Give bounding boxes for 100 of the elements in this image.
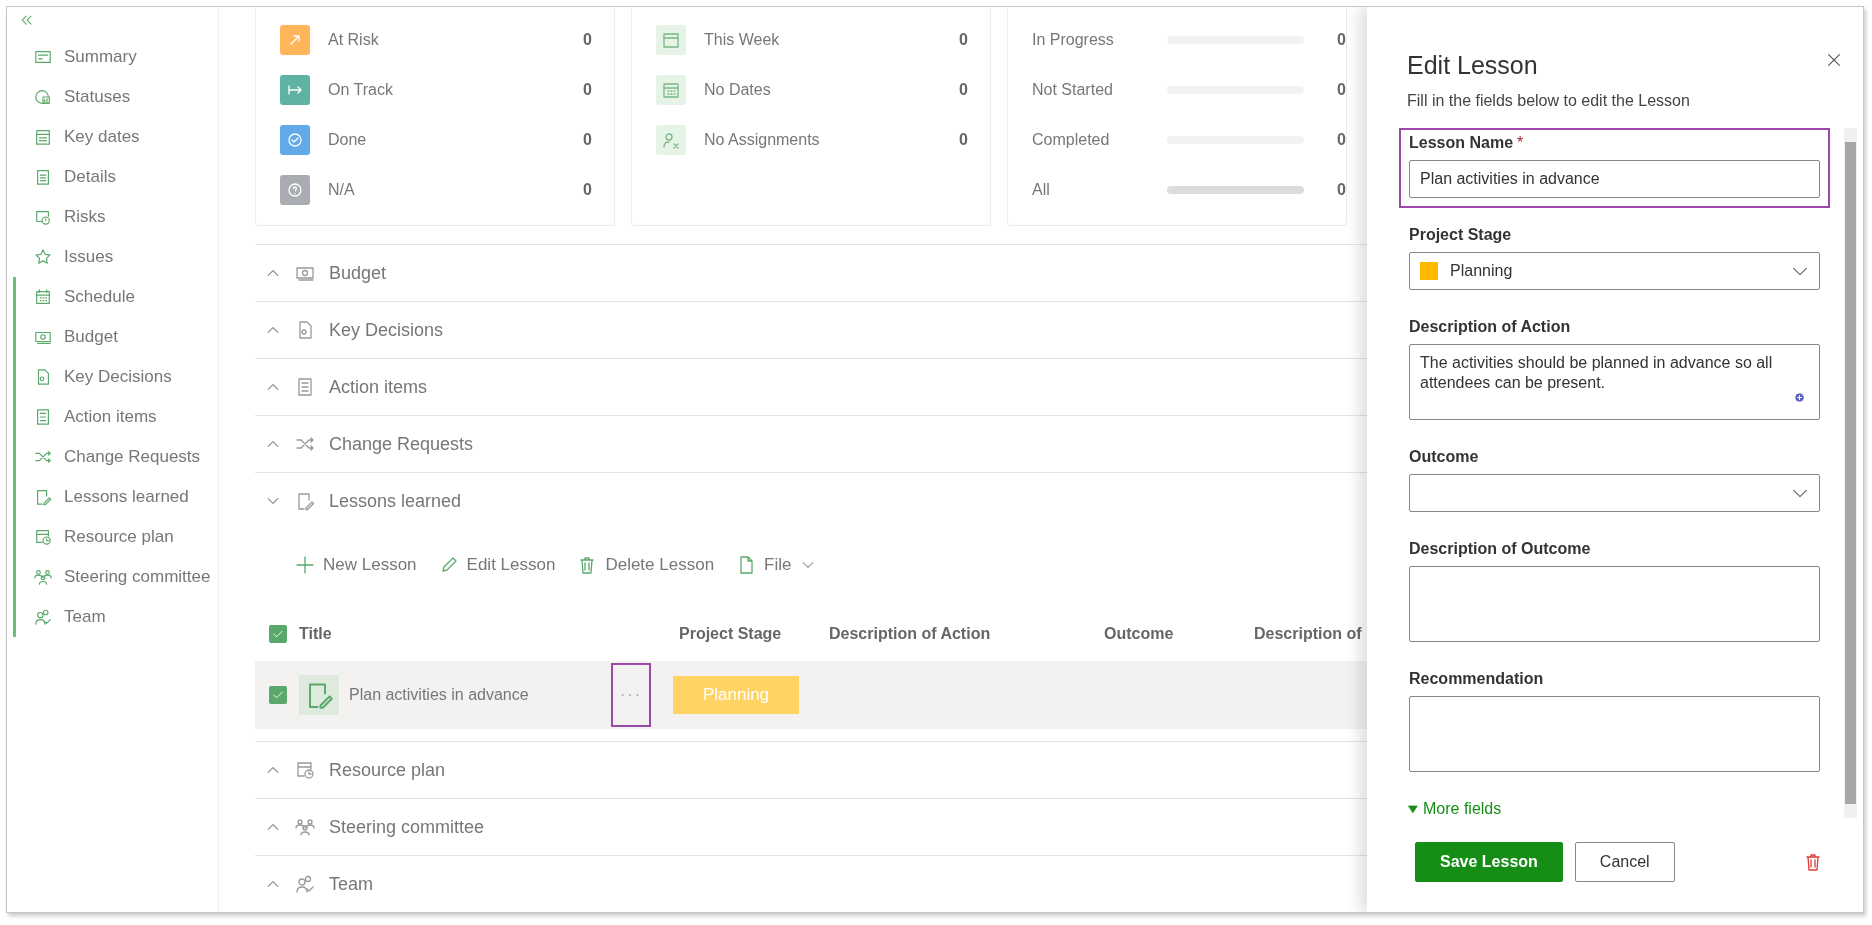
people-check-icon xyxy=(34,608,52,626)
sidebar-item[interactable]: Schedule xyxy=(13,277,218,317)
monitor-clock-icon xyxy=(34,208,52,226)
column-header[interactable]: Description of xyxy=(1254,625,1367,643)
sidebar-item[interactable]: Resource plan xyxy=(13,517,218,557)
column-header[interactable]: Description of Action xyxy=(829,625,1104,643)
field-label: Description of Outcome xyxy=(1409,540,1591,558)
section-title[interactable]: Budget xyxy=(329,262,387,284)
sidebar-item[interactable]: Team xyxy=(13,597,218,637)
count: 0 xyxy=(958,31,968,49)
count: 0 xyxy=(1336,181,1346,199)
column-header[interactable]: Project Stage xyxy=(679,625,829,643)
calendar-clock-icon xyxy=(295,760,315,780)
sidebar-item[interactable]: Details xyxy=(13,157,218,197)
toolbar-button[interactable]: Delete Lesson xyxy=(577,555,715,575)
status-label: On Track xyxy=(328,81,394,99)
sidebar-item[interactable]: Change Requests xyxy=(13,437,218,477)
field-label: Recommendation xyxy=(1409,670,1544,688)
date-label: No Dates xyxy=(704,81,772,99)
date-label: No Assignments xyxy=(704,131,821,149)
sidebar-item[interactable]: Action items xyxy=(13,397,218,437)
count: 0 xyxy=(582,181,592,199)
progress-label: Completed xyxy=(1032,131,1111,149)
sidebar-item[interactable]: Lessons learned xyxy=(13,477,218,517)
calendar-icon xyxy=(34,288,52,306)
text-area[interactable] xyxy=(1409,566,1820,642)
table-row[interactable]: Plan activities in advance ··· Planning xyxy=(255,661,1367,729)
dropdown[interactable]: Planning xyxy=(1409,252,1820,290)
close-icon[interactable] xyxy=(1825,51,1843,69)
plus-circle-icon[interactable] xyxy=(1794,392,1805,403)
toolbar-button[interactable]: Edit Lesson xyxy=(438,555,556,575)
field-label: Outcome xyxy=(1409,448,1479,466)
sidebar-item[interactable]: Steering committee xyxy=(13,557,218,597)
checklist-icon xyxy=(295,377,315,397)
date-label: This Week xyxy=(704,31,781,49)
section-title[interactable]: Resource plan xyxy=(329,759,446,781)
progress-label: In Progress xyxy=(1032,31,1115,49)
required-mark: * xyxy=(1517,134,1524,152)
dropdown[interactable] xyxy=(1409,474,1820,512)
notepad-pencil-icon xyxy=(34,488,52,506)
status-label: Done xyxy=(328,131,368,149)
checklist-icon xyxy=(34,408,52,426)
calendar-icon xyxy=(661,30,681,50)
toolbar-button[interactable]: File xyxy=(736,555,816,575)
progress-label: Not Started xyxy=(1032,81,1114,99)
section-title[interactable]: Change Requests xyxy=(329,433,474,455)
sidebar-item[interactable]: Risks xyxy=(13,197,218,237)
sidebar-item[interactable]: Issues xyxy=(13,237,218,277)
save-button[interactable]: Save Lesson xyxy=(1415,842,1563,882)
section-title[interactable]: Team xyxy=(329,873,373,895)
sidebar-item[interactable]: Statuses xyxy=(13,77,218,117)
calendar-clock-icon xyxy=(34,528,52,546)
row-checkbox[interactable] xyxy=(269,686,287,704)
section-title[interactable]: Action items xyxy=(329,376,428,398)
people-icon xyxy=(34,568,52,586)
card-icon xyxy=(34,48,52,66)
panel-title: Edit Lesson xyxy=(1407,51,1538,80)
count: 0 xyxy=(1336,81,1346,99)
count: 0 xyxy=(1336,31,1346,49)
people-check-icon xyxy=(295,874,315,894)
section-title[interactable]: Key Decisions xyxy=(329,319,444,341)
select-all-checkbox[interactable] xyxy=(269,625,287,643)
document-icon xyxy=(34,168,52,186)
toolbar-button[interactable]: New Lesson xyxy=(295,555,417,575)
count: 0 xyxy=(582,131,592,149)
field-label: Lesson Name xyxy=(1409,134,1514,152)
text-area[interactable]: The activities should be planned in advance so all attendees can be present. xyxy=(1409,344,1820,420)
text-field[interactable]: Plan activities in advance xyxy=(1409,160,1820,198)
section-title[interactable]: Lessons learned xyxy=(329,490,462,512)
chart-icon xyxy=(34,88,52,106)
column-header[interactable]: Title xyxy=(299,625,679,643)
people-icon xyxy=(295,817,315,837)
count: 0 xyxy=(582,31,592,49)
column-header[interactable]: Outcome xyxy=(1104,625,1254,643)
shuffle-icon xyxy=(34,448,52,466)
field-label: Project Stage xyxy=(1409,226,1512,244)
count: 0 xyxy=(582,81,592,99)
text-area[interactable] xyxy=(1409,696,1820,772)
sidebar-item[interactable]: Summary xyxy=(13,37,218,77)
status-label: N/A xyxy=(328,181,356,199)
scrollbar[interactable] xyxy=(1844,128,1857,818)
triangle-icon xyxy=(1407,803,1419,815)
plus-icon xyxy=(295,555,315,575)
sidebar-item[interactable]: Key dates xyxy=(13,117,218,157)
count: 0 xyxy=(958,131,968,149)
star-icon xyxy=(34,248,52,266)
panel-subtitle: Fill in the fields below to edit the Lesson xyxy=(1406,91,1691,111)
stage-tag: Planning xyxy=(673,676,799,714)
count: 0 xyxy=(1336,131,1346,149)
status-label: At Risk xyxy=(328,31,380,49)
more-fields-link[interactable]: More fields xyxy=(1399,794,1830,824)
section-title[interactable]: Steering committee xyxy=(329,816,485,838)
person-x-icon xyxy=(661,130,681,150)
sidebar-item[interactable]: Key Decisions xyxy=(13,357,218,397)
field-label: Description of Action xyxy=(1409,318,1571,336)
table-cell-text: Plan activities in advance xyxy=(349,686,530,704)
notepad-pencil-icon xyxy=(295,491,315,511)
progress-label: All xyxy=(1032,181,1051,199)
cancel-button[interactable]: Cancel xyxy=(1574,842,1675,882)
sidebar-item[interactable]: Budget xyxy=(13,317,218,357)
